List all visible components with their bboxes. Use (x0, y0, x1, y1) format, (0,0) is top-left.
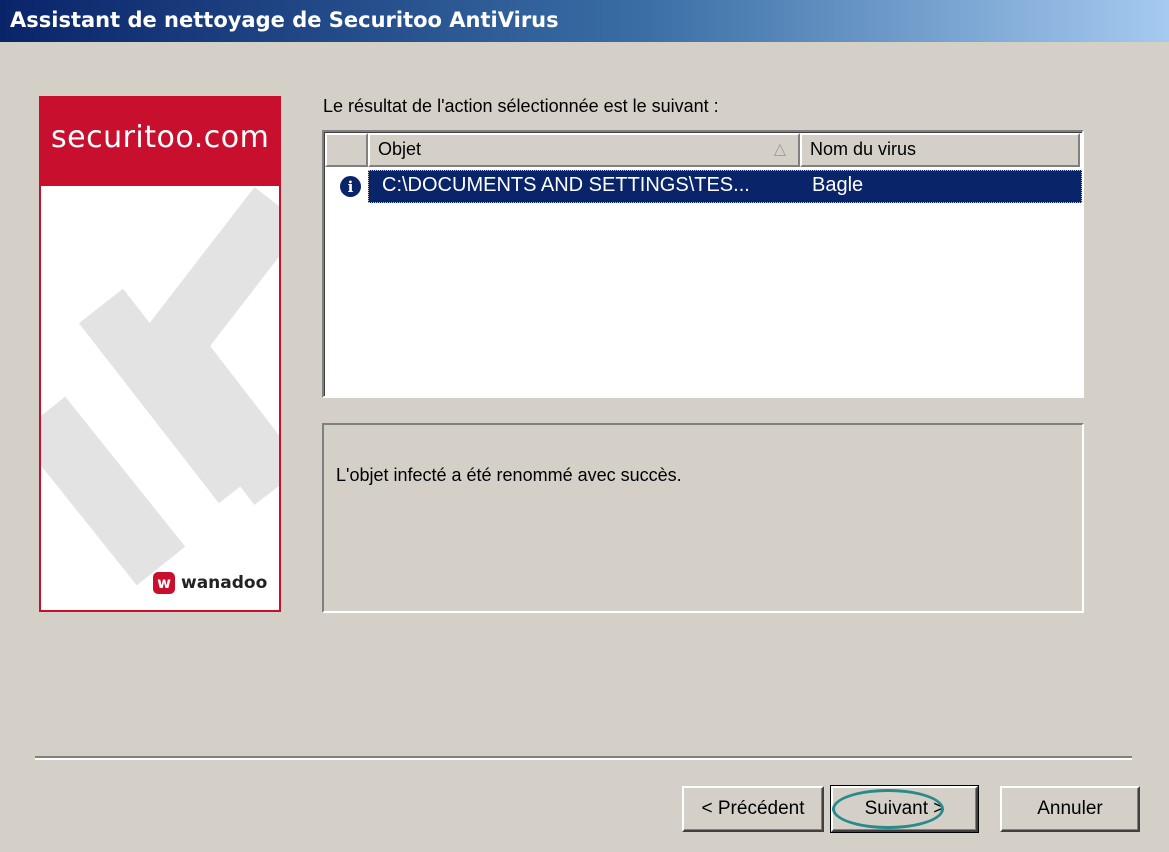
button-separator (35, 756, 1132, 760)
wanadoo-watermark-logo (41, 187, 279, 586)
sort-ascending-icon: △ (773, 141, 786, 158)
table-row[interactable]: i C:\DOCUMENTS AND SETTINGS\TES... Bagle (326, 170, 1082, 203)
wanadoo-logo-icon: w (153, 572, 175, 594)
virus-name-cell: Bagle (812, 174, 864, 196)
status-message-box: L'objet infecté a été renommé avec succè… (322, 423, 1084, 613)
column-header-icon[interactable] (325, 133, 368, 167)
status-message: L'objet infecté a été renommé avec succè… (336, 465, 682, 485)
result-label: Le résultat de l'action sélectionnée est… (323, 96, 719, 116)
result-list[interactable]: Objet △ Nom du virus i C:\DOCUMENTS AND … (322, 130, 1084, 398)
list-header: Objet △ Nom du virus (325, 133, 1080, 167)
window-title: Assistant de nettoyage de Securitoo Anti… (10, 8, 559, 32)
cancel-button[interactable]: Annuler (1000, 786, 1140, 832)
brand-name: securitoo.com (51, 120, 270, 155)
column-header-object[interactable]: Objet △ (368, 133, 800, 167)
column-header-object-label: Objet (378, 139, 422, 159)
column-header-virus[interactable]: Nom du virus (800, 133, 1080, 167)
wizard-side-panel: securitoo.com w wanadoo (39, 96, 281, 612)
info-icon: i (340, 176, 361, 197)
wanadoo-logo-text: wanadoo (181, 573, 268, 593)
column-header-virus-label: Nom du virus (810, 139, 917, 159)
previous-button[interactable]: < Précédent (682, 786, 824, 832)
next-button[interactable]: Suivant > (830, 785, 979, 833)
brand-banner: securitoo.com (41, 98, 279, 186)
object-path-cell: C:\DOCUMENTS AND SETTINGS\TES... (382, 174, 750, 196)
wanadoo-logo: w wanadoo (153, 572, 267, 594)
title-bar: Assistant de nettoyage de Securitoo Anti… (0, 0, 1169, 42)
